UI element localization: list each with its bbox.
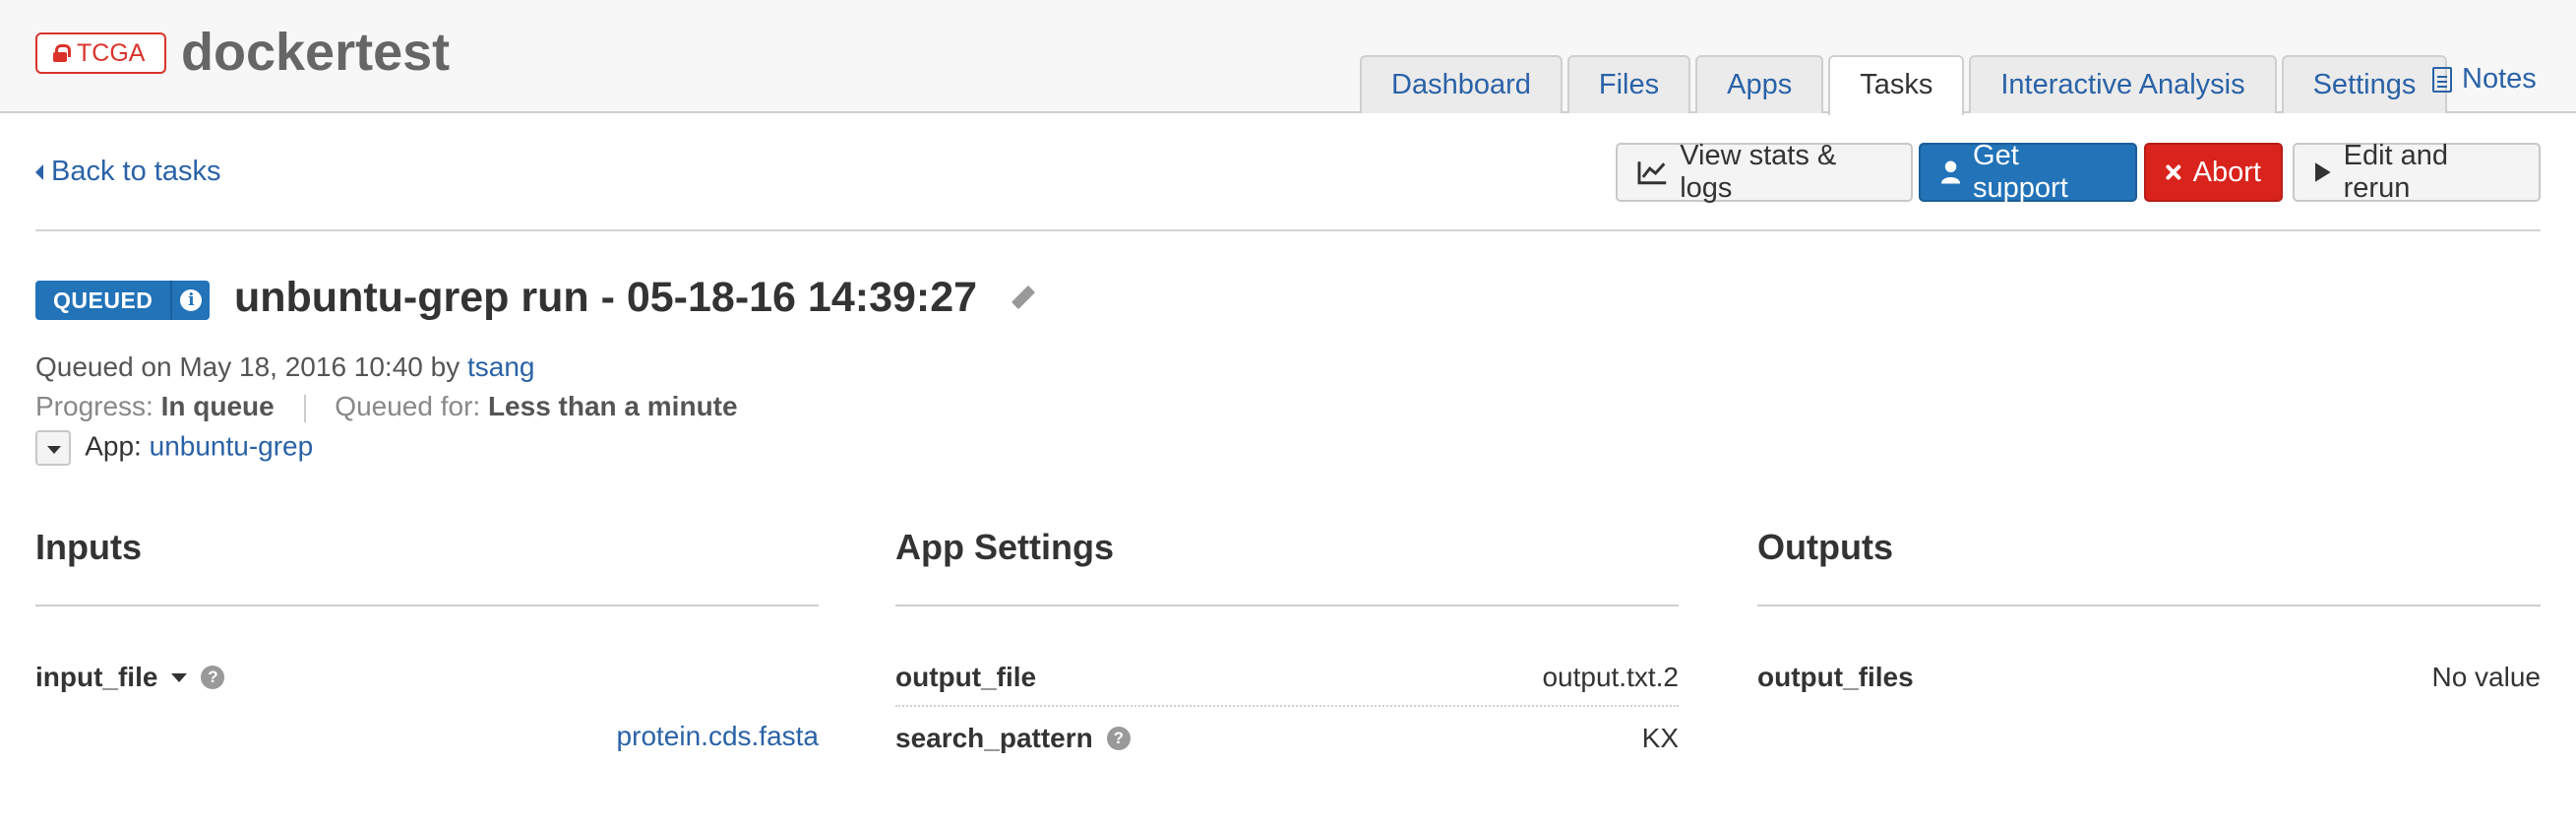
settings-row-divider	[895, 705, 1679, 707]
inputs-title: Inputs	[35, 527, 142, 567]
status-info-button[interactable]: i	[170, 281, 210, 320]
app-link[interactable]: unbuntu-grep	[150, 430, 314, 461]
queued-for-label: Queued for:	[335, 391, 481, 421]
document-icon	[2432, 66, 2452, 93]
status-label: QUEUED	[53, 287, 153, 313]
tab-apps[interactable]: Apps	[1695, 55, 1824, 113]
project-title[interactable]: dockertest	[181, 22, 450, 83]
notes-link[interactable]: Notes	[2432, 63, 2537, 96]
view-stats-logs-button[interactable]: View stats & logs	[1616, 140, 1913, 204]
app-label: App:	[85, 430, 142, 462]
outputs-title: Outputs	[1757, 527, 1893, 567]
toolbar-divider	[35, 229, 2541, 231]
output-file-name: output_file	[895, 662, 1037, 692]
output-files-field: output_files	[1757, 662, 1914, 693]
meta-separator	[303, 394, 306, 422]
caret-left-icon	[35, 163, 43, 180]
back-to-tasks-link[interactable]: Back to tasks	[35, 156, 220, 188]
queued-on-text: Queued on May 18, 2016 10:40 by	[35, 351, 460, 382]
project-tabs: Dashboard Files Apps Tasks Interactive A…	[1360, 55, 2452, 115]
edit-and-rerun-label: Edit and rerun	[2343, 140, 2449, 204]
play-icon	[2314, 162, 2331, 182]
get-support-label: Get support	[1973, 140, 2068, 204]
tab-settings[interactable]: Settings	[2281, 55, 2448, 113]
line-chart-icon	[1637, 161, 1667, 185]
tab-tasks[interactable]: Tasks	[1828, 55, 1965, 115]
close-icon	[2166, 164, 2181, 180]
output-files-name: output_files	[1757, 662, 1914, 692]
search-pattern-name: search_pattern	[895, 723, 1093, 753]
pencil-icon[interactable]	[1011, 285, 1036, 310]
tcga-badge: TCGA	[35, 32, 167, 74]
user-link[interactable]: tsang	[467, 351, 535, 382]
input-file-value[interactable]: protein.cds.fasta	[617, 721, 819, 752]
lock-icon	[53, 44, 71, 62]
app-details-toggle[interactable]	[35, 430, 71, 466]
output-files-value: No value	[2431, 662, 2541, 692]
queued-on-line: Queued on May 18, 2016 10:40 by tsang	[35, 351, 535, 383]
tcga-badge-label: TCGA	[77, 39, 146, 67]
info-icon: i	[180, 289, 203, 311]
app-line: App: unbuntu-grep	[35, 430, 313, 466]
abort-label: Abort	[2192, 156, 2261, 188]
back-to-tasks-label: Back to tasks	[51, 156, 221, 187]
abort-button[interactable]: Abort	[2144, 143, 2283, 202]
tab-dashboard[interactable]: Dashboard	[1360, 55, 1563, 113]
output-file-value: output.txt.2	[1542, 662, 1679, 692]
outputs-divider	[1757, 605, 2541, 606]
user-icon	[1940, 160, 1961, 184]
view-stats-logs-label: View stats & logs	[1680, 140, 1837, 204]
queued-for-value: Less than a minute	[487, 391, 738, 421]
tab-interactive-analysis[interactable]: Interactive Analysis	[1969, 55, 2277, 113]
get-support-button[interactable]: Get support	[1919, 140, 2137, 204]
project-header: TCGA dockertest Dashboard Files Apps Tas…	[0, 0, 2576, 115]
tab-files[interactable]: Files	[1566, 55, 1691, 113]
input-file-name: input_file	[35, 662, 158, 692]
app-settings-title: App Settings	[895, 527, 1114, 567]
search-pattern-value: KX	[1641, 723, 1679, 753]
input-file-field: input_file ?	[35, 662, 225, 693]
help-icon[interactable]: ?	[1106, 727, 1131, 750]
status-badge[interactable]: QUEUED i	[35, 281, 211, 320]
output-file-field: output_file	[895, 662, 1036, 693]
edit-and-rerun-button[interactable]: Edit and rerun	[2293, 140, 2541, 204]
inputs-divider	[35, 605, 819, 606]
help-icon[interactable]: ?	[201, 666, 225, 689]
progress-value: In queue	[160, 391, 275, 421]
task-title: unbuntu-grep run - 05-18-16 14:39:27	[234, 274, 978, 321]
notes-label: Notes	[2462, 63, 2537, 95]
app-settings-divider	[895, 605, 1679, 606]
progress-label: Progress:	[35, 391, 153, 421]
progress-line: Progress: In queue Queued for: Less than…	[35, 391, 738, 422]
chevron-down-icon[interactable]	[171, 672, 188, 682]
search-pattern-field: search_pattern ?	[895, 723, 1131, 754]
